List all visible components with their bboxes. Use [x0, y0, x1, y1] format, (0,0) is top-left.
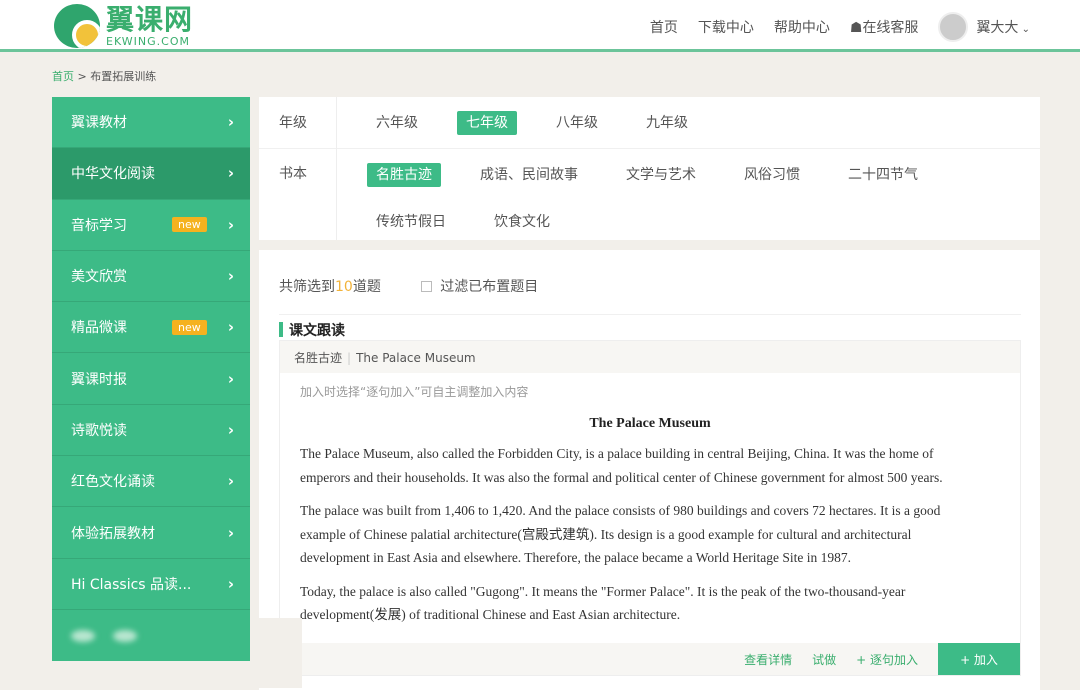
- chevron-right-icon: ›: [227, 574, 234, 593]
- filter-assigned-label[interactable]: 过滤已布置题目: [440, 279, 538, 295]
- book-option[interactable]: 传统节假日: [367, 210, 455, 234]
- chevron-right-icon: ›: [227, 215, 234, 234]
- filter-panel: 年级 六年级 七年级 八年级 九年级 书本 名胜古迹 成语、民间故事 文学与艺术…: [259, 96, 1040, 240]
- nav-download[interactable]: 下载中心: [698, 17, 754, 37]
- breadcrumb: 首页 > 布置拓展训练: [52, 70, 157, 83]
- question-card: 名胜古迹 | The Palace Museum 加入时选择“逐句加入”可自主调整加…: [279, 340, 1021, 676]
- chevron-right-icon: ›: [227, 420, 234, 439]
- sidebar-item-phonetics[interactable]: 音标学习 new ›: [52, 200, 250, 251]
- chevron-right-icon: ›: [227, 369, 234, 388]
- filter-assigned-checkbox[interactable]: [421, 281, 433, 292]
- avatar[interactable]: [938, 12, 969, 42]
- book-option[interactable]: 成语、民间故事: [471, 163, 587, 187]
- card-actions: 查看详情 试做 + 逐句加入 + 加入: [280, 643, 1020, 675]
- nav-help[interactable]: 帮助中心: [774, 17, 830, 37]
- top-nav: 首页 下载中心 帮助中心 ☗在线客服 翼大大 ⌄: [630, 12, 1030, 42]
- chevron-right-icon: ›: [227, 113, 234, 132]
- add-by-sentence-link[interactable]: + 逐句加入: [856, 651, 918, 668]
- nav-home[interactable]: 首页: [650, 17, 678, 37]
- chevron-down-icon: ⌄: [1018, 24, 1030, 35]
- sidebar-item-blurred[interactable]: [52, 610, 250, 661]
- sidebar-item-essays[interactable]: 美文欣赏 ›: [52, 251, 250, 303]
- sidebar-item-poetry[interactable]: 诗歌悦读 ›: [52, 405, 250, 457]
- card-paragraph: The Palace Museum, also called the Forbi…: [300, 446, 943, 485]
- support-icon: ☗: [849, 20, 863, 36]
- grade-option[interactable]: 九年级: [637, 111, 697, 135]
- book-option[interactable]: 风俗习惯: [735, 163, 809, 187]
- sidebar-item-chinese-culture[interactable]: 中华文化阅读 ›: [52, 148, 250, 200]
- book-option[interactable]: 饮食文化: [485, 210, 559, 234]
- sidebar-item-red-culture[interactable]: 红色文化诵读 ›: [52, 456, 250, 508]
- chevron-right-icon: ›: [227, 267, 234, 286]
- card-paragraph: Today, the palace is also called "Gugong…: [300, 583, 906, 623]
- book-option[interactable]: 二十四节气: [839, 163, 927, 187]
- grade-option[interactable]: 六年级: [367, 111, 427, 135]
- header: 翼课网 EKWING.COM 首页 下载中心 帮助中心 ☗在线客服 翼大大 ⌄: [0, 0, 1080, 52]
- nav-service[interactable]: ☗在线客服: [850, 17, 919, 37]
- chevron-right-icon: ›: [227, 472, 234, 491]
- card-title: The Palace Museum: [589, 416, 711, 431]
- card-header: 名胜古迹 | The Palace Museum: [280, 341, 1020, 373]
- add-button[interactable]: + 加入: [938, 643, 1020, 675]
- book-label: 书本: [259, 149, 337, 240]
- logo-text: 翼课网: [106, 2, 194, 36]
- sidebar: 翼课教材 › 中华文化阅读 › 音标学习 new › 美文欣赏 › 精品微课 new › 翼课…: [52, 97, 250, 662]
- breadcrumb-current: 布置拓展训练: [90, 70, 157, 83]
- chevron-right-icon: ›: [227, 318, 234, 337]
- grade-option[interactable]: 八年级: [547, 111, 607, 135]
- chevron-right-icon: ›: [227, 523, 234, 542]
- overlay-patch: [250, 618, 302, 688]
- view-details-link[interactable]: 查看详情: [744, 651, 792, 668]
- book-option-selected[interactable]: 名胜古迹: [367, 163, 441, 187]
- logo-subtext: EKWING.COM: [106, 34, 190, 48]
- logo-icon: [54, 4, 100, 48]
- card-paragraph: The palace was built from 1,406 to 1,420…: [300, 503, 941, 565]
- chevron-right-icon: ›: [227, 164, 234, 183]
- sidebar-item-hi-classics[interactable]: Hi Classics 品读... ›: [52, 559, 250, 610]
- book-option[interactable]: 文学与艺术: [617, 163, 705, 187]
- grade-option-selected[interactable]: 七年级: [457, 110, 517, 135]
- section-title: 课文跟读: [279, 314, 1021, 340]
- result-count: 共筛选到10道题 过滤已布置题目: [279, 279, 539, 295]
- new-badge: new: [172, 217, 207, 233]
- new-badge: new: [172, 319, 207, 335]
- grade-label: 年级: [259, 96, 337, 149]
- breadcrumb-home[interactable]: 首页: [52, 70, 74, 83]
- try-link[interactable]: 试做: [812, 651, 836, 668]
- sidebar-item-textbook[interactable]: 翼课教材 ›: [52, 97, 250, 149]
- sidebar-item-times[interactable]: 翼课时报 ›: [52, 353, 250, 405]
- user-menu[interactable]: 翼大大 ⌄: [976, 17, 1030, 37]
- sidebar-item-experience[interactable]: 体验拓展教材 ›: [52, 507, 250, 559]
- content-panel: 共筛选到10道题 过滤已布置题目 课文跟读 名胜古迹 | The Palace Mu…: [259, 250, 1040, 690]
- card-hint: 加入时选择“逐句加入”可自主调整加入内容: [300, 385, 529, 399]
- logo[interactable]: 翼课网 EKWING.COM: [54, 4, 193, 48]
- sidebar-item-microcourse[interactable]: 精品微课 new ›: [52, 302, 250, 354]
